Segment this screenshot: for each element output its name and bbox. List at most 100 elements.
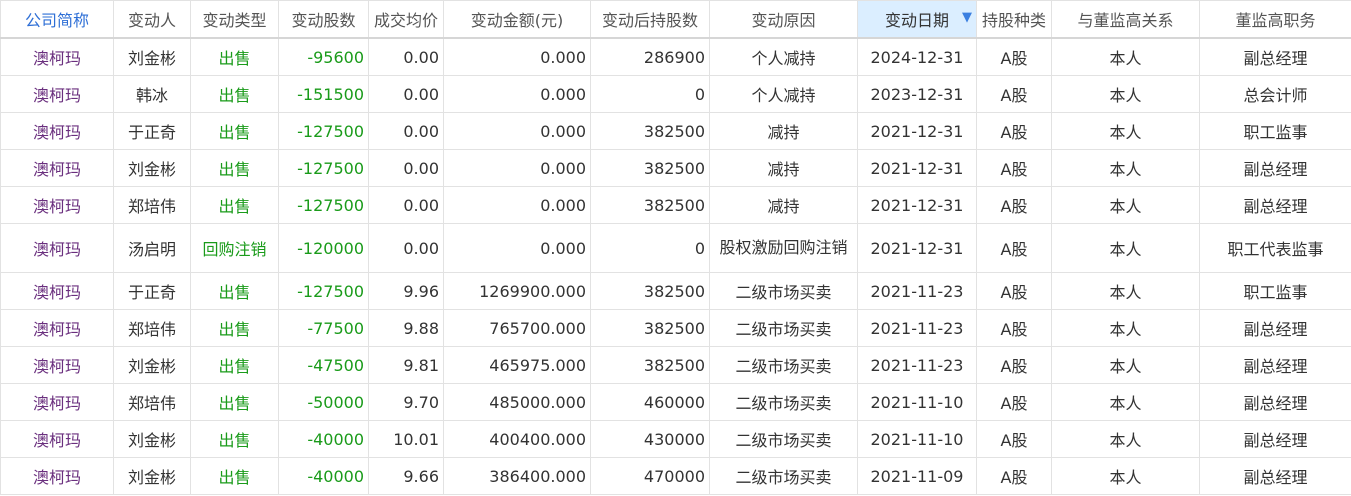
sort-descending-icon[interactable]: ▼ <box>962 10 972 25</box>
company-link[interactable]: 澳柯玛 <box>0 149 114 187</box>
company-link[interactable]: 澳柯玛 <box>0 186 114 224</box>
relation-cell: 本人 <box>1051 186 1200 224</box>
relation-cell: 本人 <box>1051 149 1200 187</box>
column-header-company[interactable]: 公司简称 <box>0 0 114 39</box>
relation-cell: 本人 <box>1051 346 1200 384</box>
holding-after-cell: 382500 <box>590 186 710 224</box>
share-type-cell: A股 <box>976 383 1052 421</box>
holding-after-cell: 382500 <box>590 149 710 187</box>
avg-price-cell: 0.00 <box>368 75 444 113</box>
table-row[interactable]: 澳柯玛 刘金彬 出售 -47500 9.81 465975.000 382500 二级市场买卖… <box>0 346 1351 384</box>
reason-cell: 股权激励回购注销 <box>709 223 858 273</box>
share-type-cell: A股 <box>976 420 1052 458</box>
relation-cell: 本人 <box>1051 457 1200 495</box>
date-cell: 2021-12-31 <box>857 149 977 187</box>
shares-changed-cell: -47500 <box>278 346 369 384</box>
table-row[interactable]: 澳柯玛 刘金彬 出售 -40000 10.01 400400.000 430000 二级市场买… <box>0 420 1351 458</box>
company-link[interactable]: 澳柯玛 <box>0 223 114 273</box>
column-header-amount[interactable]: 变动金额(元) <box>443 0 591 39</box>
date-cell: 2021-11-23 <box>857 309 977 347</box>
column-header-label: 变动人 <box>127 11 176 30</box>
column-header-label: 董监高职务 <box>1235 11 1316 30</box>
position-cell: 职工监事 <box>1199 112 1351 150</box>
company-link[interactable]: 澳柯玛 <box>0 75 114 113</box>
table-row[interactable]: 澳柯玛 于正奇 出售 -127500 0.00 0.000 382500 减持 2021-12-… <box>0 112 1351 150</box>
company-link[interactable]: 澳柯玛 <box>0 420 114 458</box>
share-type-cell: A股 <box>976 309 1052 347</box>
avg-price-cell: 9.81 <box>368 346 444 384</box>
table-row[interactable]: 澳柯玛 于正奇 出售 -127500 9.96 1269900.000 382500 二级市场… <box>0 272 1351 310</box>
column-header-label: 变动原因 <box>751 11 816 30</box>
change-type-cell: 出售 <box>190 149 279 187</box>
holding-after-cell: 430000 <box>590 420 710 458</box>
position-cell: 副总经理 <box>1199 383 1351 421</box>
company-link[interactable]: 澳柯玛 <box>0 272 114 310</box>
share-type-cell: A股 <box>976 186 1052 224</box>
person-cell: 郑培伟 <box>113 309 191 347</box>
table-row[interactable]: 澳柯玛 郑培伟 出售 -127500 0.00 0.000 382500 减持 2021-12-… <box>0 186 1351 224</box>
change-type-cell: 出售 <box>190 383 279 421</box>
column-header-type[interactable]: 变动类型 <box>190 0 279 39</box>
column-header-label: 变动日期 <box>884 11 949 30</box>
share-type-cell: A股 <box>976 272 1052 310</box>
reason-cell: 个人减持 <box>709 75 858 113</box>
change-type-cell: 出售 <box>190 346 279 384</box>
change-type-cell: 出售 <box>190 186 279 224</box>
column-header-price[interactable]: 成交均价 <box>368 0 444 39</box>
column-header-person[interactable]: 变动人 <box>113 0 191 39</box>
avg-price-cell: 9.70 <box>368 383 444 421</box>
company-link[interactable]: 澳柯玛 <box>0 383 114 421</box>
company-link[interactable]: 澳柯玛 <box>0 346 114 384</box>
company-link[interactable]: 澳柯玛 <box>0 37 114 76</box>
reason-cell: 二级市场买卖 <box>709 272 858 310</box>
person-cell: 汤启明 <box>113 223 191 273</box>
table-row[interactable]: 澳柯玛 刘金彬 出售 -95600 0.00 0.000 286900 个人减持 2024-12… <box>0 37 1351 76</box>
company-link[interactable]: 澳柯玛 <box>0 457 114 495</box>
table-row[interactable]: 澳柯玛 刘金彬 出售 -127500 0.00 0.000 382500 减持 2021-12-… <box>0 149 1351 187</box>
date-cell: 2021-11-10 <box>857 420 977 458</box>
column-header-share-type[interactable]: 持股种类 <box>976 0 1052 39</box>
table-row[interactable]: 澳柯玛 刘金彬 出售 -40000 9.66 386400.000 470000 二级市场买卖… <box>0 457 1351 495</box>
reason-cell: 减持 <box>709 149 858 187</box>
column-header-label: 成交均价 <box>373 11 438 30</box>
avg-price-cell: 9.66 <box>368 457 444 495</box>
column-header-holding[interactable]: 变动后持股数 <box>590 0 710 39</box>
amount-cell: 0.000 <box>443 75 591 113</box>
holding-after-cell: 286900 <box>590 37 710 76</box>
share-type-cell: A股 <box>976 457 1052 495</box>
table-row[interactable]: 澳柯玛 汤启明 回购注销 -120000 0.00 0.000 0 股权激励回购注销 2021-… <box>0 223 1351 273</box>
shares-changed-cell: -40000 <box>278 457 369 495</box>
amount-cell: 765700.000 <box>443 309 591 347</box>
reason-cell: 个人减持 <box>709 37 858 76</box>
holding-after-cell: 382500 <box>590 272 710 310</box>
change-type-cell: 出售 <box>190 75 279 113</box>
person-cell: 韩冰 <box>113 75 191 113</box>
column-header-reason[interactable]: 变动原因 <box>709 0 858 39</box>
company-link[interactable]: 澳柯玛 <box>0 309 114 347</box>
column-header-date[interactable]: 变动日期 ▼ <box>857 0 977 39</box>
amount-cell: 0.000 <box>443 112 591 150</box>
position-cell: 职工代表监事 <box>1199 223 1351 273</box>
shares-changed-cell: -95600 <box>278 37 369 76</box>
company-link[interactable]: 澳柯玛 <box>0 112 114 150</box>
column-header-shares[interactable]: 变动股数 <box>278 0 369 39</box>
table-body: 澳柯玛 刘金彬 出售 -95600 0.00 0.000 286900 个人减持 2024-12… <box>0 37 1351 495</box>
column-header-relation[interactable]: 与董监高关系 <box>1051 0 1200 39</box>
date-cell: 2021-11-23 <box>857 346 977 384</box>
column-header-label: 变动股数 <box>291 11 356 30</box>
amount-cell: 0.000 <box>443 149 591 187</box>
table-row[interactable]: 澳柯玛 郑培伟 出售 -77500 9.88 765700.000 382500 二级市场买卖… <box>0 309 1351 347</box>
relation-cell: 本人 <box>1051 309 1200 347</box>
amount-cell: 400400.000 <box>443 420 591 458</box>
reason-cell: 二级市场买卖 <box>709 346 858 384</box>
holding-after-cell: 382500 <box>590 346 710 384</box>
relation-cell: 本人 <box>1051 223 1200 273</box>
avg-price-cell: 10.01 <box>368 420 444 458</box>
insider-trading-table: 公司简称 变动人 变动类型 变动股数 成交均价 变动金额(元) 变动后持股数 变动原因 变动日期… <box>0 0 1351 495</box>
change-type-cell: 出售 <box>190 457 279 495</box>
date-cell: 2021-11-23 <box>857 272 977 310</box>
table-row[interactable]: 澳柯玛 郑培伟 出售 -50000 9.70 485000.000 460000 二级市场买卖… <box>0 383 1351 421</box>
column-header-position[interactable]: 董监高职务 <box>1199 0 1351 39</box>
change-type-cell: 出售 <box>190 112 279 150</box>
table-row[interactable]: 澳柯玛 韩冰 出售 -151500 0.00 0.000 0 个人减持 2023-12-31 A股… <box>0 75 1351 113</box>
